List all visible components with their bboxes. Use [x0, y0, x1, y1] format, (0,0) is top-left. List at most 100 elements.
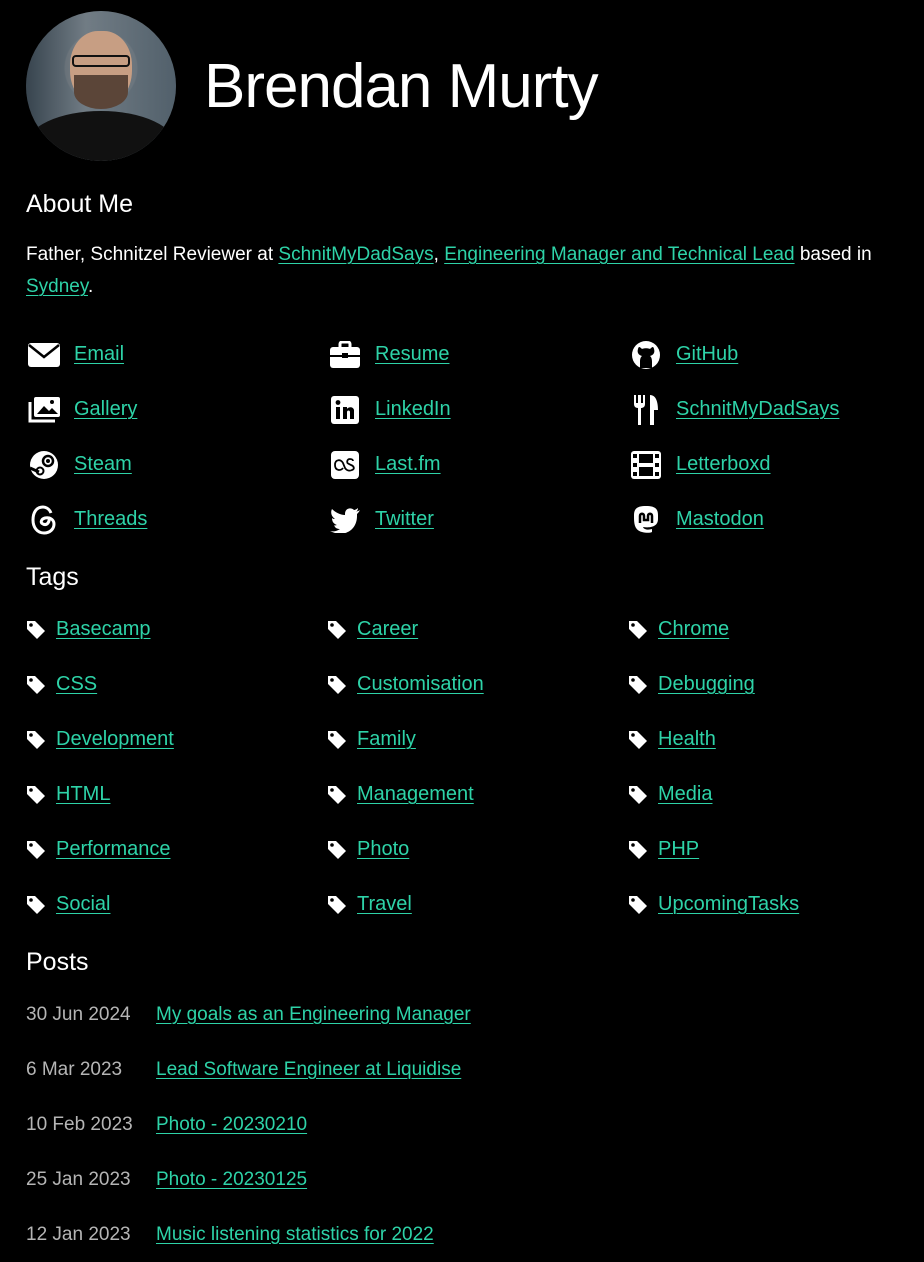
steam-icon	[26, 447, 62, 483]
social-link-schnitmydadsays[interactable]: SchnitMyDadSays	[676, 398, 839, 421]
social-link-lastfm[interactable]: Last.fm	[375, 453, 441, 476]
tag-icon	[327, 675, 347, 695]
page: Brendan Murty About Me Father, Schnitzel…	[0, 0, 924, 1262]
about-text: Father, Schnitzel Reviewer at SchnitMyDa…	[26, 239, 898, 303]
tag-link[interactable]: UpcomingTasks	[658, 893, 799, 916]
social-link-github[interactable]: GitHub	[676, 343, 738, 366]
posts-list: 30 Jun 2024 My goals as an Engineering Ma…	[26, 987, 898, 1262]
social-link-gallery[interactable]: Gallery	[74, 398, 137, 421]
tag-item: Travel	[327, 877, 628, 932]
post-row: 30 Jun 2024 My goals as an Engineering Ma…	[26, 987, 898, 1042]
schnitmydadsays-link[interactable]: SchnitMyDadSays	[278, 244, 433, 265]
about-text-4: .	[87, 276, 94, 297]
about-text-2: ,	[433, 244, 445, 265]
briefcase-icon	[327, 337, 363, 373]
mastodon-icon	[628, 502, 664, 538]
post-date: 25 Jan 2023	[26, 1168, 131, 1190]
linkedin-icon	[327, 392, 363, 428]
social-links: Email Resume GitHub Gallery LinkedIn Sch…	[26, 327, 898, 547]
post-title-link[interactable]: Photo - 20230125	[156, 1169, 307, 1191]
about-text-1: Father, Schnitzel Reviewer at	[26, 244, 279, 265]
tag-icon	[628, 895, 648, 915]
tag-item: Performance	[26, 822, 327, 877]
social-link-steam[interactable]: Steam	[74, 453, 132, 476]
tag-icon	[327, 730, 347, 750]
tag-icon	[327, 785, 347, 805]
social-link-letterboxd[interactable]: Letterboxd	[676, 453, 771, 476]
tag-icon	[26, 840, 46, 860]
post-title-link[interactable]: My goals as an Engineering Manager	[156, 1004, 471, 1026]
tag-link[interactable]: Family	[357, 728, 416, 751]
tag-link[interactable]: Social	[56, 893, 110, 916]
post-title-link[interactable]: Photo - 20230210	[156, 1114, 307, 1136]
tag-icon	[628, 730, 648, 750]
tag-item: HTML	[26, 767, 327, 822]
post-row: 12 Jan 2023 Music listening statistics fo…	[26, 1207, 898, 1262]
tag-link[interactable]: Health	[658, 728, 716, 751]
about-section: About Me Father, Schnitzel Reviewer at S…	[26, 190, 898, 303]
tag-item: CSS	[26, 657, 327, 712]
tag-link[interactable]: HTML	[56, 783, 110, 806]
social-email: Email	[26, 327, 327, 382]
tag-link[interactable]: Customisation	[357, 673, 484, 696]
tag-item: Career	[327, 602, 628, 657]
about-text-3: based in	[794, 244, 872, 265]
social-github: GitHub	[628, 327, 898, 382]
tag-item: Health	[628, 712, 898, 767]
tag-link[interactable]: CSS	[56, 673, 97, 696]
tag-item: Debugging	[628, 657, 898, 712]
tag-item: Family	[327, 712, 628, 767]
post-title-link[interactable]: Music listening statistics for 2022	[156, 1224, 434, 1246]
posts-section: Posts 30 Jun 2024 My goals as an Engineer…	[26, 948, 898, 1262]
tags-section: Tags Basecamp Career Chrome CSS Customisatio…	[26, 563, 898, 932]
social-gallery: Gallery	[26, 382, 327, 437]
tag-icon	[26, 785, 46, 805]
social-link-threads[interactable]: Threads	[74, 508, 147, 531]
post-date: 6 Mar 2023	[26, 1058, 123, 1080]
post-title-link[interactable]: Lead Software Engineer at Liquidise	[156, 1059, 461, 1081]
social-link-linkedin[interactable]: LinkedIn	[375, 398, 451, 421]
tag-item: Photo	[327, 822, 628, 877]
tag-link[interactable]: Management	[357, 783, 474, 806]
social-link-mastodon[interactable]: Mastodon	[676, 508, 764, 531]
tag-link[interactable]: PHP	[658, 838, 699, 861]
tag-item: UpcomingTasks	[628, 877, 898, 932]
tags-heading: Tags	[26, 563, 79, 591]
tag-icon	[628, 840, 648, 860]
post-row: 10 Feb 2023 Photo - 20230210	[26, 1097, 898, 1152]
social-threads: Threads	[26, 492, 327, 547]
tag-link[interactable]: Development	[56, 728, 174, 751]
tag-link[interactable]: Basecamp	[56, 618, 151, 641]
tag-icon	[26, 675, 46, 695]
social-linkedin: LinkedIn	[327, 382, 628, 437]
post-date: 10 Feb 2023	[26, 1113, 133, 1135]
tag-link[interactable]: Chrome	[658, 618, 729, 641]
post-date: 30 Jun 2024	[26, 1003, 131, 1025]
tag-link[interactable]: Photo	[357, 838, 409, 861]
social-link-email[interactable]: Email	[74, 343, 124, 366]
tag-link[interactable]: Debugging	[658, 673, 755, 696]
tag-link[interactable]: Travel	[357, 893, 412, 916]
film-icon	[628, 447, 664, 483]
tag-item: Media	[628, 767, 898, 822]
tag-link[interactable]: Performance	[56, 838, 171, 861]
social-link-twitter[interactable]: Twitter	[375, 508, 434, 531]
tag-item: Development	[26, 712, 327, 767]
tag-icon	[628, 675, 648, 695]
tag-icon	[26, 895, 46, 915]
social-link-resume[interactable]: Resume	[375, 343, 449, 366]
social-resume: Resume	[327, 327, 628, 382]
email-icon	[26, 337, 62, 373]
tag-link[interactable]: Career	[357, 618, 418, 641]
gallery-icon	[26, 392, 62, 428]
tag-item: Chrome	[628, 602, 898, 657]
tag-icon	[628, 620, 648, 640]
tag-item: Basecamp	[26, 602, 327, 657]
profile-header: Brendan Murty	[26, 0, 898, 172]
sydney-link[interactable]: Sydney	[26, 276, 88, 297]
avatar	[26, 11, 176, 161]
social-mastodon: Mastodon	[628, 492, 898, 547]
engineering-manager-link[interactable]: Engineering Manager and Technical Lead	[444, 244, 794, 265]
tag-item: Customisation	[327, 657, 628, 712]
tag-link[interactable]: Media	[658, 783, 712, 806]
